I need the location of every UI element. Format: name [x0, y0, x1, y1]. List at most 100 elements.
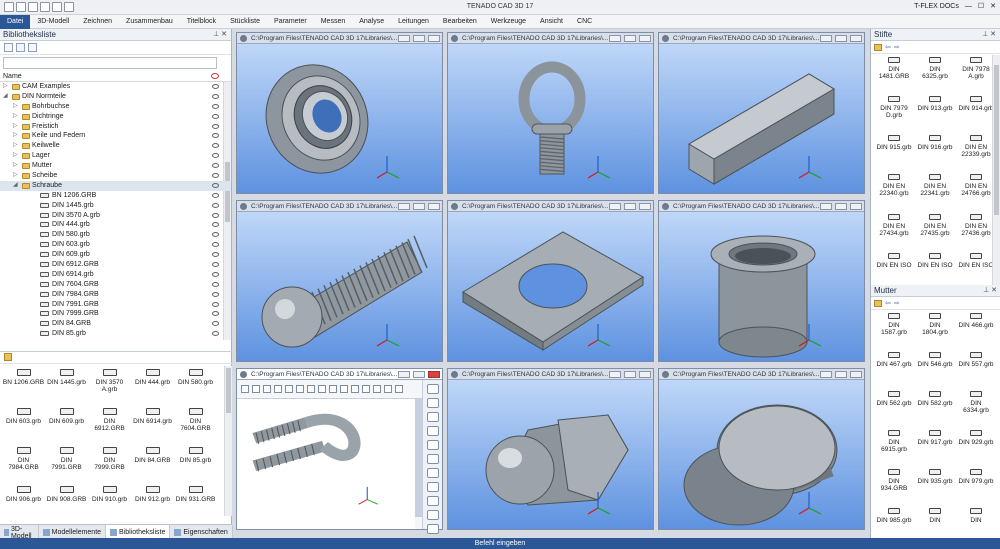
- library-grid-item[interactable]: DIN 85.grb: [174, 444, 217, 483]
- folder-icon[interactable]: [874, 43, 882, 51]
- library-grid-item[interactable]: DIN 7999.GRB: [88, 444, 131, 483]
- viewport[interactable]: C:\Program Files\TENADO CAD 3D 17\Librar…: [447, 32, 654, 194]
- mutter-item[interactable]: DIN 985.grb: [875, 505, 913, 536]
- search-input[interactable]: [3, 57, 217, 69]
- stifte-item[interactable]: DIN EN ISO: [875, 250, 913, 289]
- minimize-icon[interactable]: [398, 35, 410, 42]
- mutter-item[interactable]: DIN 557.grb: [957, 349, 995, 388]
- mutter-item[interactable]: DIN: [916, 505, 954, 536]
- close-icon[interactable]: [428, 203, 440, 210]
- library-grid-item[interactable]: DIN 84.GRB: [131, 444, 174, 483]
- tree-item[interactable]: DIN 7991.GRB: [0, 300, 231, 310]
- stifte-item[interactable]: DIN EN 22340.grb: [875, 171, 913, 210]
- stifte-item[interactable]: DIN 915.grb: [875, 132, 913, 171]
- mutter-item[interactable]: DIN 6915.grb: [875, 427, 913, 466]
- tree-folder[interactable]: ▷ Keile und Federn: [0, 131, 231, 141]
- eye-icon[interactable]: [212, 113, 219, 119]
- close-icon[interactable]: ✕: [990, 2, 996, 10]
- tool-icon[interactable]: [384, 385, 392, 393]
- tree-item[interactable]: DIN 609.grb: [0, 250, 231, 260]
- expand-icon[interactable]: ▷: [13, 102, 18, 112]
- 3d-scene[interactable]: [237, 212, 442, 361]
- eye-icon[interactable]: [212, 173, 219, 179]
- tool-icon[interactable]: [318, 385, 326, 393]
- tree-item[interactable]: DIN 603.grb: [0, 240, 231, 250]
- eye-icon[interactable]: [212, 93, 219, 99]
- 3d-scene[interactable]: [448, 380, 653, 529]
- view-tool-icon[interactable]: [426, 440, 439, 450]
- maximize-icon[interactable]: [413, 35, 425, 42]
- eye-icon[interactable]: [212, 311, 219, 317]
- viewport[interactable]: C:\Program Files\TENADO CAD 3D 17\Librar…: [447, 200, 654, 362]
- menu-3d-modell[interactable]: 3D-Modell: [30, 15, 76, 29]
- tool-icon[interactable]: [351, 385, 359, 393]
- library-grid-item[interactable]: DIN 580.grb: [174, 366, 217, 405]
- minimize-icon[interactable]: —: [965, 3, 972, 10]
- folder-icon[interactable]: [874, 299, 882, 307]
- add-folder-icon[interactable]: [4, 43, 13, 52]
- tree-item[interactable]: DIN 1445.grb: [0, 201, 231, 211]
- back-icon[interactable]: ⇦: [885, 43, 891, 51]
- library-grid-item[interactable]: DIN 609.grb: [45, 405, 88, 444]
- close-icon[interactable]: [639, 203, 651, 210]
- eye-icon[interactable]: [212, 252, 219, 258]
- eye-icon[interactable]: [212, 321, 219, 327]
- eye-icon[interactable]: [212, 232, 219, 238]
- forward-icon[interactable]: ⇨: [894, 43, 900, 51]
- close-icon[interactable]: [639, 371, 651, 378]
- visibility-icon[interactable]: [211, 73, 219, 79]
- minimize-icon[interactable]: [609, 371, 621, 378]
- tree-item[interactable]: DIN 85.grb: [0, 329, 231, 339]
- tree-item[interactable]: DIN 7999.GRB: [0, 309, 231, 319]
- scroll-thumb[interactable]: [226, 368, 231, 413]
- stifte-item[interactable]: DIN 6325.grb: [916, 54, 954, 93]
- stifte-item[interactable]: DIN 1481.GRB: [875, 54, 913, 93]
- minimize-icon[interactable]: [398, 203, 410, 210]
- stifte-item[interactable]: DIN 7979 D.grb: [875, 93, 913, 132]
- tool-icon[interactable]: [373, 385, 381, 393]
- maximize-icon[interactable]: [835, 203, 847, 210]
- eye-icon[interactable]: [212, 271, 219, 277]
- tool-icon[interactable]: [307, 385, 315, 393]
- stifte-item[interactable]: DIN EN 27434.grb: [875, 211, 913, 250]
- tool-icon[interactable]: [263, 385, 271, 393]
- mutter-item[interactable]: DIN 917.grb: [916, 427, 954, 466]
- 3d-scene[interactable]: [448, 44, 653, 193]
- maximize-icon[interactable]: ☐: [978, 2, 984, 10]
- eye-icon[interactable]: [212, 291, 219, 297]
- close-icon[interactable]: [428, 371, 440, 378]
- column-header[interactable]: Name: [0, 71, 231, 82]
- tab-bibliotheksliste[interactable]: Bibliotheksliste: [106, 525, 171, 538]
- viewport[interactable]: C:\Program Files\TENADO CAD 3D 17\Librar…: [236, 200, 443, 362]
- menu-werkzeuge[interactable]: Werkzeuge: [484, 15, 533, 29]
- tree-item[interactable]: DIN 6912.GRB: [0, 260, 231, 270]
- view-tool-icon[interactable]: [426, 412, 439, 422]
- menu-leitungen[interactable]: Leitungen: [391, 15, 436, 29]
- expand-icon[interactable]: ◢: [3, 92, 8, 102]
- library-grid-item[interactable]: DIN 6914.grb: [131, 405, 174, 444]
- expand-icon[interactable]: ▷: [13, 122, 18, 132]
- stifte-item[interactable]: DIN 916.grb: [916, 132, 954, 171]
- library-grid-item[interactable]: DIN 7604.GRB: [174, 405, 217, 444]
- pin-icon[interactable]: ⊥ ✕: [213, 29, 227, 41]
- eye-icon[interactable]: [212, 301, 219, 307]
- tool-icon[interactable]: [296, 385, 304, 393]
- eye-icon[interactable]: [212, 133, 219, 139]
- refresh-icon[interactable]: [16, 43, 25, 52]
- mutter-item[interactable]: DIN 1804.grb: [916, 310, 954, 349]
- expand-icon[interactable]: ◢: [13, 181, 18, 191]
- eye-icon[interactable]: [212, 192, 219, 198]
- library-grid-item[interactable]: DIN 912.grb: [131, 483, 174, 522]
- tool-icon[interactable]: [241, 385, 249, 393]
- mutter-item[interactable]: DIN 466.grb: [957, 310, 995, 349]
- eye-icon[interactable]: [212, 202, 219, 208]
- view-tool-icon[interactable]: [426, 468, 439, 478]
- minimize-icon[interactable]: [820, 35, 832, 42]
- tree-folder[interactable]: ▷ Freistich: [0, 122, 231, 132]
- view-tool-icon[interactable]: [426, 426, 439, 436]
- forward-icon[interactable]: ⇨: [894, 299, 900, 307]
- menu-bearbeiten[interactable]: Bearbeiten: [436, 15, 484, 29]
- eye-icon[interactable]: [212, 222, 219, 228]
- maximize-icon[interactable]: [624, 35, 636, 42]
- tool-icon[interactable]: [395, 385, 403, 393]
